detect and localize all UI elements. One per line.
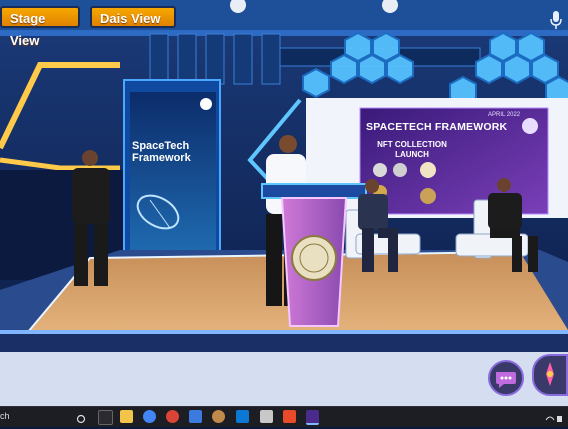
slide-date: APRIL 2022 (488, 112, 521, 118)
banner-title-line1: SpaceTech (132, 140, 190, 152)
app-icon-3[interactable] (283, 410, 296, 423)
microphone-icon[interactable] (548, 10, 564, 32)
taskbar-search-text: ch (0, 411, 10, 421)
active-app-icon[interactable] (306, 410, 319, 425)
app-icon[interactable] (189, 410, 202, 423)
chat-icon[interactable] (488, 360, 524, 396)
stage-view-button[interactable]: Stage View (0, 6, 80, 48)
dais-view-button[interactable]: Dais View (90, 6, 176, 28)
virtual-stage-viewport: Stage View Dais View SpaceTech Framework… (0, 0, 568, 406)
reaction-icon[interactable] (532, 354, 568, 396)
task-view-icon[interactable] (98, 410, 113, 425)
search-icon[interactable] (76, 411, 86, 424)
photos-icon[interactable] (260, 410, 273, 423)
stage-scene (0, 0, 568, 406)
slide-title: SPACETECH FRAMEWORK (366, 121, 508, 133)
chrome-icon[interactable] (143, 410, 156, 423)
slide-nft-heading: NFT COLLECTION LAUNCH (377, 140, 447, 159)
file-explorer-icon[interactable] (120, 410, 133, 423)
browser-icon[interactable] (166, 410, 179, 423)
mail-icon[interactable] (236, 410, 249, 423)
banner-title: SpaceTech Framework (132, 140, 212, 164)
system-tray-icon[interactable] (544, 411, 564, 423)
banner-title-line2: Framework (132, 152, 191, 164)
taskbar: ch (0, 406, 568, 427)
app-icon-2[interactable] (212, 410, 225, 423)
